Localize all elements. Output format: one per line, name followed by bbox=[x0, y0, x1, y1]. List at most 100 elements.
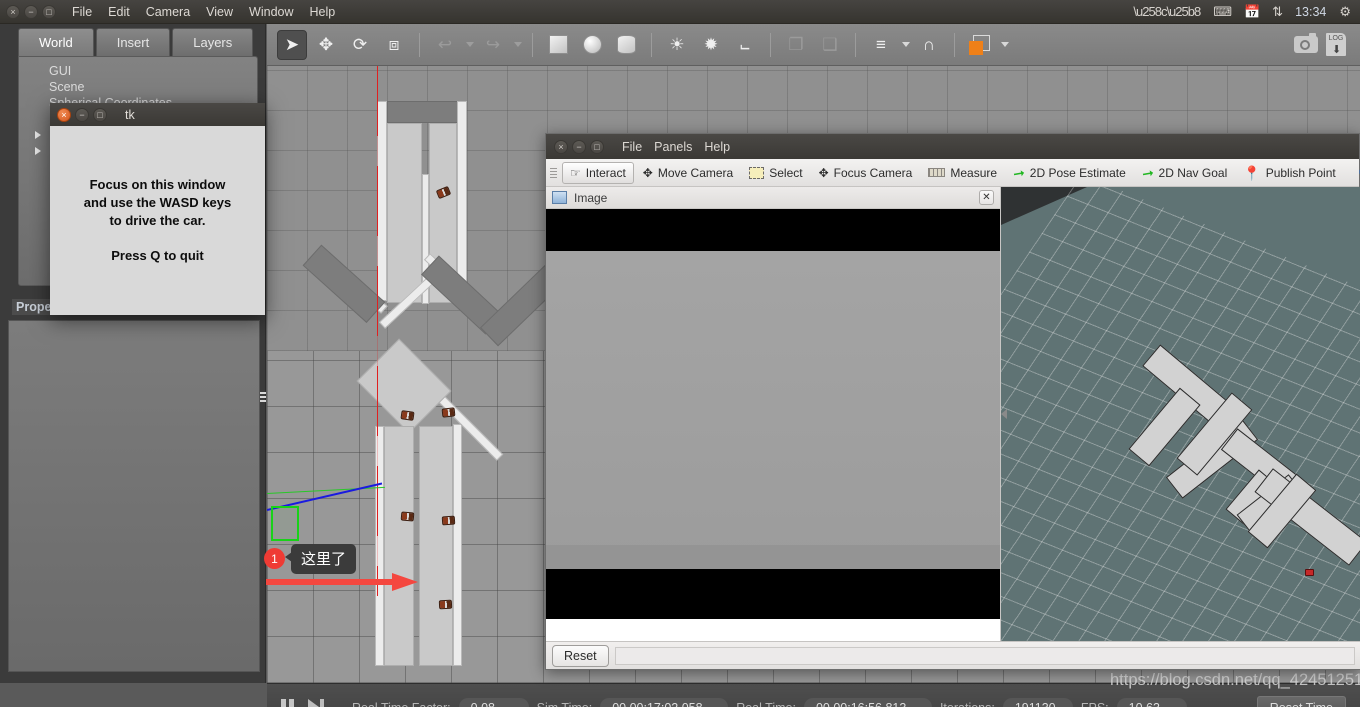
tab-insert[interactable]: Insert bbox=[95, 28, 171, 56]
tree-item-gui[interactable]: GUI bbox=[27, 63, 257, 79]
toolbar-drag-handle[interactable] bbox=[550, 167, 557, 178]
maximize-icon[interactable]: □ bbox=[590, 139, 604, 154]
select-box-icon bbox=[749, 166, 765, 179]
tk-window-controls[interactable]: × − □ bbox=[50, 107, 115, 122]
tool-interact[interactable]: ☞ Interact bbox=[562, 161, 634, 184]
input-method-icon[interactable]: \u258c\u25b8 bbox=[1133, 4, 1201, 19]
tool-move-camera[interactable]: ✥ Move Camera bbox=[636, 163, 740, 183]
power-icon[interactable]: ⚙ bbox=[1339, 4, 1351, 20]
toolbar-divider bbox=[532, 32, 533, 57]
world-z-axis-line bbox=[377, 66, 378, 596]
vehicle-marker[interactable] bbox=[400, 511, 415, 522]
tool-2d-pose-estimate[interactable]: ➞ 2D Pose Estimate bbox=[1006, 163, 1133, 183]
maximize-icon[interactable]: □ bbox=[42, 4, 56, 19]
vehicle-marker[interactable] bbox=[400, 410, 415, 421]
menu-window[interactable]: Window bbox=[249, 5, 293, 19]
tool-select[interactable]: Select bbox=[742, 163, 809, 183]
maximize-icon[interactable]: □ bbox=[93, 107, 107, 122]
real-time-label: Real Time: bbox=[736, 701, 796, 707]
translate-mode-icon[interactable]: ✥ bbox=[311, 30, 341, 60]
cylinder-shape-icon[interactable] bbox=[611, 30, 641, 60]
paste-icon[interactable]: ❑ bbox=[815, 30, 845, 60]
chevron-right-icon[interactable] bbox=[35, 131, 41, 139]
select-mode-icon[interactable]: ➤ bbox=[277, 29, 307, 60]
vehicle-marker[interactable] bbox=[441, 407, 456, 418]
rviz-menu-help[interactable]: Help bbox=[704, 140, 730, 154]
vehicle-marker[interactable] bbox=[438, 599, 453, 610]
menu-camera[interactable]: Camera bbox=[146, 5, 190, 19]
rviz-3d-viewport[interactable] bbox=[1001, 187, 1360, 642]
redo-icon[interactable]: ↪ bbox=[478, 30, 508, 60]
toolbar-divider bbox=[419, 32, 420, 57]
image-panel-header: Image ✕ bbox=[546, 187, 1000, 209]
undo-dropdown-chevron-icon[interactable] bbox=[466, 42, 474, 47]
redo-dropdown-chevron-icon[interactable] bbox=[514, 42, 522, 47]
copy-icon[interactable]: ❐ bbox=[781, 30, 811, 60]
desktop-window-controls[interactable]: × − □ bbox=[0, 4, 64, 19]
image-panel-icon bbox=[552, 191, 567, 204]
download-arrow-icon: ⬇ bbox=[1332, 44, 1342, 56]
close-icon[interactable]: ✕ bbox=[979, 190, 994, 205]
vehicle-marker[interactable] bbox=[441, 515, 456, 526]
tab-world[interactable]: World bbox=[18, 28, 94, 56]
desktop-menubar: File Edit Camera View Window Help bbox=[64, 5, 335, 19]
rviz-menu-file[interactable]: File bbox=[622, 140, 642, 154]
close-icon[interactable]: × bbox=[6, 4, 20, 19]
point-light-icon[interactable]: ☀ bbox=[662, 30, 692, 60]
iterations-label: Iterations: bbox=[940, 701, 995, 707]
minimize-icon[interactable]: − bbox=[24, 4, 38, 19]
tool-measure[interactable]: Measure bbox=[921, 163, 1004, 183]
align-icon[interactable]: ≡ bbox=[866, 30, 896, 60]
minimize-icon[interactable]: − bbox=[572, 139, 586, 154]
menu-help[interactable]: Help bbox=[310, 5, 336, 19]
rotate-mode-icon[interactable]: ⟳ bbox=[345, 30, 375, 60]
rviz-window-controls[interactable]: × − □ bbox=[546, 139, 612, 154]
sphere-shape-icon[interactable] bbox=[577, 30, 607, 60]
network-icon[interactable]: ⇅ bbox=[1272, 4, 1283, 20]
toolbar-divider bbox=[651, 32, 652, 57]
undo-icon[interactable]: ↩ bbox=[430, 30, 460, 60]
step-icon[interactable] bbox=[308, 699, 326, 707]
close-icon[interactable]: × bbox=[57, 107, 71, 122]
annotation-badge: 1 bbox=[264, 548, 285, 569]
keyboard-icon[interactable]: ⌨ bbox=[1213, 4, 1232, 20]
view-angle-icon[interactable] bbox=[965, 30, 995, 60]
tab-layers[interactable]: Layers bbox=[172, 28, 254, 56]
tool-label: Measure bbox=[950, 165, 998, 180]
calendar-icon[interactable]: 📅 bbox=[1244, 4, 1260, 20]
tk-instruction-line-1: Focus on this window bbox=[89, 177, 226, 192]
rviz-titlebar: × − □ File Panels Help bbox=[546, 134, 1359, 159]
minimize-icon[interactable]: − bbox=[75, 107, 89, 122]
menu-file[interactable]: File bbox=[72, 5, 92, 19]
view-angle-dropdown-chevron-icon[interactable] bbox=[1001, 42, 1009, 47]
rviz-menu-panels[interactable]: Panels bbox=[654, 140, 692, 154]
tool-label: Focus Camera bbox=[833, 165, 913, 180]
tool-focus-camera[interactable]: ✥ Focus Camera bbox=[812, 163, 920, 183]
menu-view[interactable]: View bbox=[206, 5, 233, 19]
pause-icon[interactable] bbox=[281, 699, 294, 707]
clock[interactable]: 13:34 bbox=[1295, 5, 1326, 19]
desktop-top-panel: × − □ File Edit Camera View Window Help … bbox=[0, 0, 1360, 24]
panel-splitter-handle[interactable] bbox=[259, 379, 267, 414]
close-icon[interactable]: × bbox=[554, 139, 568, 154]
align-dropdown-chevron-icon[interactable] bbox=[902, 42, 910, 47]
screen: × − □ File Edit Camera View Window Help … bbox=[0, 0, 1360, 707]
reset-button[interactable]: Reset bbox=[552, 644, 609, 667]
menu-edit[interactable]: Edit bbox=[108, 5, 130, 19]
screenshot-icon[interactable] bbox=[1294, 33, 1318, 53]
reset-time-button[interactable]: Reset Time bbox=[1256, 695, 1346, 707]
spot-light-icon[interactable]: ✹ bbox=[696, 30, 726, 60]
selection-bounding-box[interactable] bbox=[271, 506, 299, 541]
property-section-body[interactable] bbox=[8, 320, 260, 672]
scale-mode-icon[interactable]: ⧈ bbox=[379, 30, 409, 60]
tool-2d-nav-goal[interactable]: ➞ 2D Nav Goal bbox=[1135, 163, 1234, 183]
tk-instruction-line-2: and use the WASD keys bbox=[83, 195, 232, 210]
snap-icon[interactable]: ∩ bbox=[914, 30, 944, 60]
tool-publish-point[interactable]: 📍 Publish Point bbox=[1236, 163, 1342, 183]
box-shape-icon[interactable] bbox=[543, 30, 573, 60]
chevron-right-icon[interactable] bbox=[35, 147, 41, 155]
directional-light-icon[interactable]: ⨽ bbox=[730, 30, 760, 60]
log-record-icon[interactable]: LOG ⬇ bbox=[1326, 33, 1346, 56]
tree-item-scene[interactable]: Scene bbox=[27, 79, 257, 95]
panel-collapse-arrow-icon[interactable] bbox=[1001, 409, 1007, 419]
